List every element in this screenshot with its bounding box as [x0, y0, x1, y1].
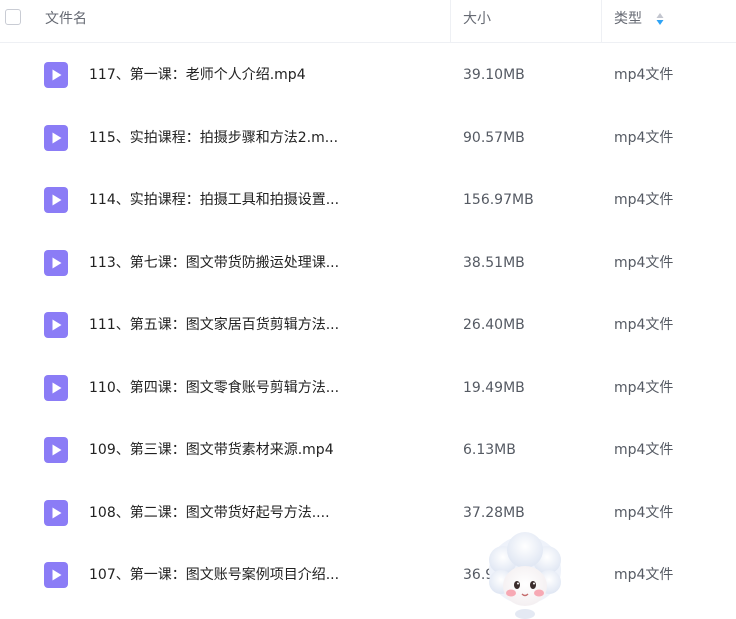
file-row[interactable]: 115、实拍课程：拍摄步骤和方法2.m... 90.57MB mp4文件	[0, 112, 736, 174]
file-name[interactable]: 108、第二课：图文带货好起号方法....	[89, 487, 330, 539]
file-row[interactable]: 117、第一课：老师个人介绍.mp4 39.10MB mp4文件	[0, 49, 736, 111]
file-type: mp4文件	[614, 130, 674, 146]
column-header-type[interactable]: 类型	[614, 0, 642, 43]
file-size: 19.49MB	[463, 380, 525, 396]
column-header-name[interactable]: 文件名	[45, 0, 87, 43]
file-name[interactable]: 107、第一课：图文账号案例项目介绍...	[89, 549, 339, 601]
file-type: mp4文件	[614, 442, 674, 458]
file-name[interactable]: 110、第四课：图文零食账号剪辑方法...	[89, 362, 339, 414]
file-name[interactable]: 111、第五课：图文家居百货剪辑方法...	[89, 299, 339, 351]
file-type: mp4文件	[614, 317, 674, 333]
file-type: mp4文件	[614, 567, 674, 583]
video-file-icon	[44, 250, 68, 276]
file-type: mp4文件	[614, 380, 674, 396]
file-size: 90.57MB	[463, 130, 525, 146]
file-list-header: 文件名 大小 类型	[0, 0, 736, 43]
file-row[interactable]: 114、实拍课程：拍摄工具和拍摄设置... 156.97MB mp4文件	[0, 174, 736, 236]
video-file-icon	[44, 62, 68, 88]
column-divider[interactable]	[601, 0, 602, 43]
select-all-checkbox[interactable]	[5, 9, 21, 25]
video-file-icon	[44, 500, 68, 526]
file-name[interactable]: 115、实拍课程：拍摄步骤和方法2.m...	[89, 112, 338, 164]
file-size: 38.51MB	[463, 255, 525, 271]
file-type: mp4文件	[614, 255, 674, 271]
video-file-icon	[44, 437, 68, 463]
column-divider[interactable]	[450, 0, 451, 43]
file-name[interactable]: 117、第一课：老师个人介绍.mp4	[89, 49, 306, 101]
video-file-icon	[44, 125, 68, 151]
video-file-icon	[44, 562, 68, 588]
file-name[interactable]: 113、第七课：图文带货防搬运处理课...	[89, 237, 339, 289]
file-name[interactable]: 109、第三课：图文带货素材来源.mp4	[89, 424, 334, 476]
file-row[interactable]: 113、第七课：图文带货防搬运处理课... 38.51MB mp4文件	[0, 237, 736, 299]
file-row[interactable]: 110、第四课：图文零食账号剪辑方法... 19.49MB mp4文件	[0, 362, 736, 424]
file-size: 6.13MB	[463, 442, 516, 458]
file-row[interactable]: 109、第三课：图文带货素材来源.mp4 6.13MB mp4文件	[0, 424, 736, 486]
video-file-icon	[44, 375, 68, 401]
video-file-icon	[44, 312, 68, 338]
file-type: mp4文件	[614, 505, 674, 521]
file-size: 156.97MB	[463, 192, 534, 208]
file-name[interactable]: 114、实拍课程：拍摄工具和拍摄设置...	[89, 174, 339, 226]
sort-toggle-icon[interactable]	[656, 12, 664, 26]
assistant-mascot-icon[interactable]	[487, 530, 563, 619]
file-row[interactable]: 107、第一课：图文账号案例项目介绍... 36.9 mp4文件	[0, 549, 736, 611]
file-row[interactable]: 111、第五课：图文家居百货剪辑方法... 26.40MB mp4文件	[0, 299, 736, 361]
file-type: mp4文件	[614, 67, 674, 83]
file-size: 26.40MB	[463, 317, 525, 333]
column-header-size[interactable]: 大小	[463, 0, 491, 43]
file-size: 39.10MB	[463, 67, 525, 83]
file-type: mp4文件	[614, 192, 674, 208]
video-file-icon	[44, 187, 68, 213]
file-row[interactable]: 108、第二课：图文带货好起号方法.... 37.28MB mp4文件	[0, 487, 736, 549]
